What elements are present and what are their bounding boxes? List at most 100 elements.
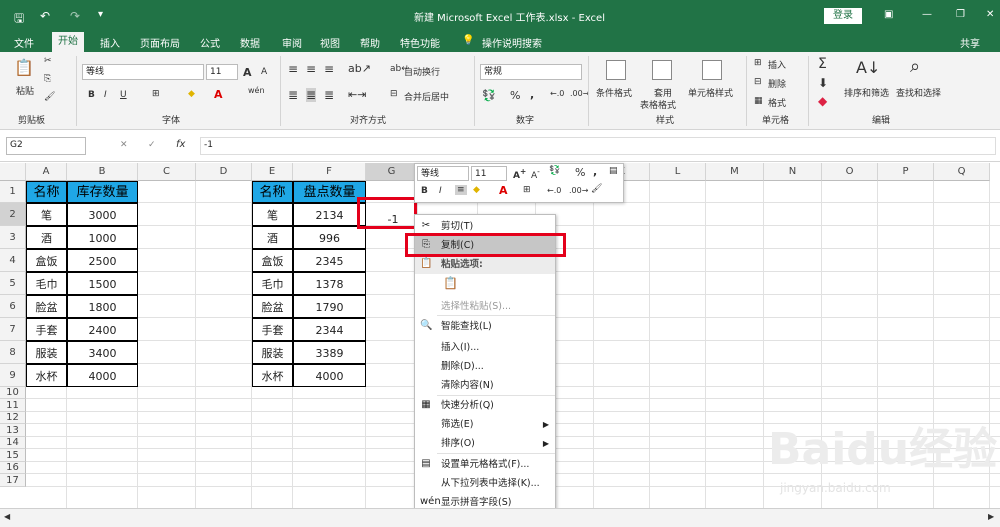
align-right-icon[interactable]: ≣ xyxy=(324,88,334,102)
table2-cell[interactable]: 2134 xyxy=(293,203,366,226)
percent-button[interactable]: % xyxy=(510,89,520,102)
row-header-9[interactable]: 9 xyxy=(0,364,26,387)
table1-cell[interactable]: 毛巾 xyxy=(26,272,67,295)
mini-fill-color-icon[interactable]: ◆ xyxy=(473,185,480,195)
ribbon-display-icon[interactable]: ▣ xyxy=(884,9,893,20)
sort-filter-icon[interactable]: A↓ xyxy=(856,58,880,77)
table1-cell[interactable]: 酒 xyxy=(26,226,67,249)
decrease-decimal-icon[interactable]: .00→ xyxy=(570,89,589,98)
row-header-3[interactable]: 3 xyxy=(0,226,26,249)
align-top-icon[interactable]: ≡ xyxy=(288,62,298,76)
merge-icon[interactable]: ⊟ xyxy=(390,89,398,99)
column-header-o[interactable]: O xyxy=(822,163,878,181)
align-left-icon[interactable]: ≣ xyxy=(288,88,298,102)
mini-bold-button[interactable]: B xyxy=(421,186,428,196)
table2-cell[interactable]: 2345 xyxy=(293,249,366,272)
tab-page-layout[interactable]: 页面布局 xyxy=(140,35,180,50)
format-as-table-icon[interactable] xyxy=(652,60,672,80)
number-format-select[interactable]: 常规 xyxy=(480,64,582,80)
column-header-d[interactable]: D xyxy=(196,163,252,181)
cell-styles-button[interactable]: 单元格样式 xyxy=(688,86,733,99)
conditional-formatting-button[interactable]: 条件格式 xyxy=(596,86,632,99)
table1-cell[interactable]: 3000 xyxy=(67,203,138,226)
row-header-2[interactable]: 2 xyxy=(0,203,26,226)
menu-item-11[interactable]: 排序(O) ▶ xyxy=(415,434,555,453)
column-header-b[interactable]: B xyxy=(67,163,138,181)
table2-cell[interactable]: 服装 xyxy=(252,341,293,364)
align-center-icon[interactable]: ≣ xyxy=(306,88,317,102)
conditional-formatting-icon[interactable] xyxy=(606,60,626,80)
formula-input[interactable]: -1 xyxy=(200,137,996,155)
table1-cell[interactable]: 水杯 xyxy=(26,364,67,387)
format-cells-button[interactable]: 格式 xyxy=(768,96,786,109)
column-header-n[interactable]: N xyxy=(764,163,822,181)
row-header-12[interactable]: 12 xyxy=(0,412,26,424)
increase-decimal-icon[interactable]: ←.0 xyxy=(550,89,564,98)
column-header-e[interactable]: E xyxy=(252,163,293,181)
bold-button[interactable]: B xyxy=(88,90,95,100)
table2-cell[interactable]: 脸盆 xyxy=(252,295,293,318)
mini-center-icon[interactable]: ≡ xyxy=(455,185,467,195)
table1-cell[interactable]: 脸盆 xyxy=(26,295,67,318)
cut-icon[interactable]: ✂ xyxy=(44,56,52,66)
undo-icon[interactable]: ↶ xyxy=(40,9,50,23)
grow-font-icon[interactable]: A xyxy=(243,66,252,79)
minimize-icon[interactable]: — xyxy=(922,9,932,20)
table1-cell[interactable]: 3400 xyxy=(67,341,138,364)
column-header-c[interactable]: C xyxy=(138,163,196,181)
mini-font-color-icon[interactable]: A xyxy=(499,184,508,197)
menu-item-8[interactable]: 清除内容(N) xyxy=(415,376,555,395)
tab-formulas[interactable]: 公式 xyxy=(200,35,220,50)
tab-special[interactable]: 特色功能 xyxy=(400,35,440,50)
table2-header-cell[interactable]: 盘点数量 xyxy=(293,181,366,203)
row-header-17[interactable]: 17 xyxy=(0,474,26,487)
horizontal-scrollbar[interactable]: ◀ ▶ xyxy=(0,508,1000,527)
table1-cell[interactable]: 盒饭 xyxy=(26,249,67,272)
table1-cell[interactable]: 1000 xyxy=(67,226,138,249)
delete-cells-button[interactable]: 删除 xyxy=(768,77,786,90)
customize-quick-access-icon[interactable]: ▾ xyxy=(98,9,103,20)
column-header-f[interactable]: F xyxy=(293,163,366,181)
italic-button[interactable]: I xyxy=(104,90,107,100)
menu-item-10[interactable]: 筛选(E) ▶ xyxy=(415,415,555,434)
column-header-p[interactable]: P xyxy=(878,163,934,181)
format-painter-icon[interactable]: 🖌 xyxy=(44,92,55,102)
find-select-button[interactable]: 查找和选择 xyxy=(896,86,941,99)
cell-styles-icon[interactable] xyxy=(702,60,722,80)
row-header-13[interactable]: 13 xyxy=(0,424,26,437)
table2-cell[interactable]: 3389 xyxy=(293,341,366,364)
format-cells-icon[interactable]: ▦ xyxy=(754,96,763,106)
fill-icon[interactable]: ⬇ xyxy=(818,76,828,90)
select-all-corner[interactable] xyxy=(0,163,26,181)
menu-item-12[interactable]: ▤ 设置单元格格式(F)... xyxy=(415,455,555,474)
font-name-select[interactable]: 等线 xyxy=(82,64,204,80)
save-icon[interactable]: 🖫 xyxy=(14,9,24,30)
column-header-g[interactable]: G xyxy=(366,163,418,181)
paste-button[interactable]: 粘贴 xyxy=(16,84,34,97)
comma-button[interactable]: , xyxy=(530,88,534,101)
align-middle-icon[interactable]: ≡ xyxy=(306,62,316,76)
cancel-icon[interactable]: ✕ xyxy=(120,140,128,150)
row-header-16[interactable]: 16 xyxy=(0,462,26,474)
table2-cell[interactable]: 酒 xyxy=(252,226,293,249)
table2-cell[interactable]: 手套 xyxy=(252,318,293,341)
copy-icon[interactable]: ⎘ xyxy=(44,74,51,84)
borders-icon[interactable]: ⊞ xyxy=(152,89,160,99)
row-header-1[interactable]: 1 xyxy=(0,181,26,203)
tab-view[interactable]: 视图 xyxy=(320,35,340,50)
table2-cell[interactable]: 4000 xyxy=(293,364,366,387)
row-header-5[interactable]: 5 xyxy=(0,272,26,295)
table1-cell[interactable]: 2400 xyxy=(67,318,138,341)
column-header-m[interactable]: M xyxy=(706,163,764,181)
find-select-icon[interactable]: ⌕ xyxy=(910,56,920,77)
table2-cell[interactable]: 1790 xyxy=(293,295,366,318)
mini-size-select[interactable]: 11 xyxy=(471,166,507,181)
mini-shrink-font-icon[interactable]: A- xyxy=(531,167,540,181)
column-header-l[interactable]: L xyxy=(650,163,706,181)
tab-home[interactable]: 开始 xyxy=(52,32,84,52)
fill-color-icon[interactable]: ◆ xyxy=(188,89,195,99)
font-size-select[interactable]: 11 xyxy=(206,64,238,80)
align-bottom-icon[interactable]: ≡ xyxy=(324,62,334,76)
accounting-format-icon[interactable]: 💱 xyxy=(482,89,496,102)
table2-cell[interactable]: 2344 xyxy=(293,318,366,341)
